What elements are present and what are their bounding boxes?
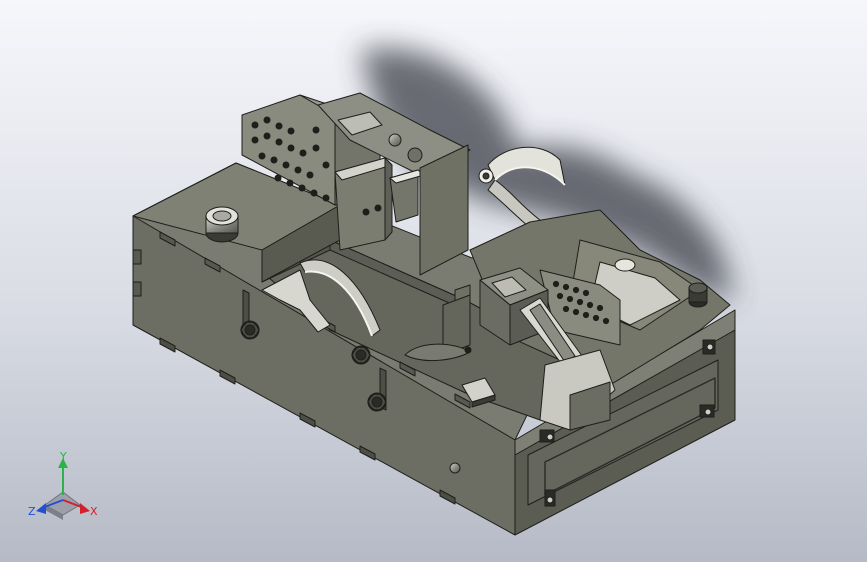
rear-plate-knob-2 xyxy=(407,147,423,163)
adjustment-knob xyxy=(688,282,708,308)
handle-pivot-inner xyxy=(482,172,490,180)
right-top-dial xyxy=(614,258,636,272)
thumb-screw-2 xyxy=(351,345,371,365)
x-axis-label: X xyxy=(90,505,98,518)
z-axis-label: Z xyxy=(28,505,36,518)
thumb-screw-3 xyxy=(367,392,387,412)
clamp-block-hole-2 xyxy=(374,204,382,212)
y-axis-label: Y xyxy=(59,450,67,463)
rear-plate-knob xyxy=(388,133,402,147)
cad-scene: Y X Z xyxy=(0,0,867,562)
thumb-screw-1 xyxy=(240,320,260,340)
front-screw xyxy=(449,462,461,474)
floor-small-hole xyxy=(464,346,472,354)
push-button xyxy=(205,206,239,243)
clamp-block-hole-1 xyxy=(362,208,370,216)
cad-viewport[interactable]: Y X Z xyxy=(0,0,867,562)
clamp-block-side xyxy=(384,157,393,241)
